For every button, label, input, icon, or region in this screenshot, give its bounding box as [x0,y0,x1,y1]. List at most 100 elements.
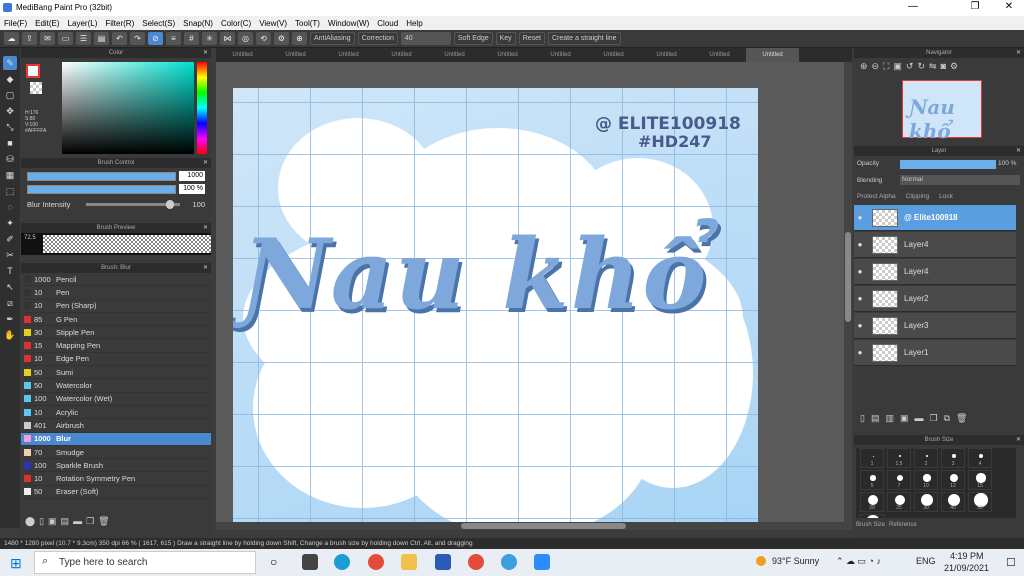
close-icon[interactable]: ✕ [203,263,208,273]
close-icon[interactable]: ✕ [1016,435,1021,445]
brush-size-cell[interactable]: 10 [914,470,938,490]
tab-reference[interactable]: Reference [889,522,917,528]
reset-view-icon[interactable]: ◙ [941,61,946,72]
clock-date[interactable]: 21/09/2021 [944,563,989,573]
brush-item[interactable]: 10 Acrylic [21,406,211,420]
minimize-button[interactable]: — [898,1,928,12]
layer-row[interactable]: ● Layer4 [854,232,1016,258]
target-icon[interactable]: ⊕ [292,32,307,45]
brush-size-cell[interactable]: 4 [968,448,992,468]
blur-intensity-track[interactable] [86,200,180,209]
brush-tool-icon[interactable]: ✎ [3,56,17,70]
operation-tool-icon[interactable]: ↖ [3,280,17,294]
layer-row[interactable]: ● Layer1 [854,340,1016,366]
menu-edit[interactable]: Edit(E) [35,19,59,28]
close-icon[interactable]: ✕ [1016,48,1021,58]
fit-icon[interactable]: ⛶ [883,61,889,72]
tab-untitled[interactable]: Untitled [587,48,640,62]
canvas-area[interactable]: @ ELITE100918 #HD247 Ɲau khổ [216,62,852,530]
rotate-right-icon[interactable]: ↻ [917,61,925,72]
windows-start-icon[interactable]: ⊞ [10,555,22,572]
new-layer-icon[interactable]: ▯ [860,413,865,424]
vertical-scroll-thumb[interactable] [845,232,851,322]
eraser-tool-icon[interactable]: ◆ [3,72,17,86]
fill-tool-icon[interactable]: ⛁ [3,152,17,166]
list-icon[interactable]: ☰ [76,32,91,45]
tab-untitled[interactable]: Untitled [640,48,693,62]
comment-icon[interactable]: ✉ [40,32,55,45]
hand-tool-icon[interactable]: ✋ [3,328,17,342]
lasso-tool-icon[interactable]: ◌ [3,200,17,214]
menu-color[interactable]: Color(C) [221,19,251,28]
brush-size-cell[interactable]: 20 [860,492,884,512]
vertical-scrollbar[interactable] [844,62,852,530]
divide-tool-icon[interactable]: ⧄ [3,296,17,310]
text-tool-icon[interactable]: T [3,264,17,278]
redo-icon[interactable]: ↷ [130,32,145,45]
rotate-left-icon[interactable]: ↺ [906,61,914,72]
taskbar-search[interactable]: Type here to search [34,551,256,574]
weather-text[interactable]: 93°F Sunny [772,556,819,566]
brush-size-slider[interactable]: 1000 [27,171,205,181]
saturation-value-picker[interactable] [62,62,194,154]
add-brush-icon[interactable]: ⬤ [25,516,35,527]
brush-size-cell[interactable]: 40 [941,492,965,512]
word-icon[interactable] [435,554,451,570]
layer-row[interactable]: ● Layer4 [854,259,1016,285]
flip-icon[interactable]: ⇋ [929,61,937,72]
brush-size-value[interactable]: 1000 [179,171,205,181]
navigator-settings-icon[interactable]: ⚙ [950,61,958,72]
folder-icon[interactable]: ▬ [73,516,82,526]
brush-item[interactable]: 50 Eraser (Soft) [21,486,211,500]
brush-size-cell[interactable]: 25 [887,492,911,512]
menu-view[interactable]: View(V) [259,19,287,28]
brush-size-cell[interactable]: 7 [887,470,911,490]
brush-item[interactable]: 10 Rotation Symmetry Pen [21,472,211,486]
delete-icon[interactable]: 🗑 [98,516,109,527]
eye-icon[interactable]: ● [854,294,866,303]
navigator-thumbnail[interactable]: Ɲau khổ [902,80,982,143]
tray-icons[interactable]: ⌃ ☁ ▭ ◔ ♪ [836,556,881,567]
brush-item[interactable]: 15 Mapping Pen [21,339,211,353]
snap-circle-icon[interactable]: ◎ [238,32,253,45]
reset-button[interactable]: Reset [518,32,545,45]
protect-alpha-checkbox[interactable]: Protect Alpha [857,193,896,200]
brush-opacity-bar[interactable] [27,184,176,194]
document-icon[interactable]: ▤ [94,32,109,45]
brush-size-cell[interactable]: 30 [914,492,938,512]
menu-snap[interactable]: Snap(N) [183,19,213,28]
primary-color-swatch[interactable] [26,64,40,78]
brush-item[interactable]: 1000 Pencil [21,273,211,287]
brush-item[interactable]: 10 Edge Pen [21,353,211,367]
undo-icon[interactable]: ↶ [112,32,127,45]
cortana-icon[interactable]: ○ [270,555,277,569]
close-icon[interactable]: ✕ [203,223,208,233]
snap-parallel-icon[interactable]: ≡ [166,32,181,45]
menu-filter[interactable]: Filter(R) [105,19,134,28]
eye-icon[interactable]: ● [854,213,866,222]
snap-perspective-icon[interactable]: ⋈ [220,32,235,45]
new-brush-icon[interactable]: ▯ [39,516,44,527]
opacity-slider[interactable] [900,160,996,169]
brush-item[interactable]: 50 Watercolor [21,379,211,393]
brush-size-cell[interactable]: 5 [860,470,884,490]
blending-select[interactable]: Normal [900,175,1020,185]
antialiasing-checkbox[interactable]: AntiAliasing [310,32,355,45]
file-explorer-icon[interactable] [401,554,417,570]
select-eraser-icon[interactable]: ✂ [3,248,17,262]
new-8bit-layer-icon[interactable]: ▥ [885,413,894,424]
chrome-icon[interactable] [368,554,384,570]
move-tool-icon[interactable]: ✥ [3,104,17,118]
tab-untitled[interactable]: Untitled [428,48,481,62]
layer-row[interactable]: ● Layer3 [854,313,1016,339]
layer-folder-icon[interactable]: ▬ [915,413,924,424]
close-button[interactable]: ✕ [994,1,1024,12]
correction-select[interactable]: 40 [400,32,451,45]
comment2-icon[interactable]: ▭ [58,32,73,45]
zoom-icon[interactable] [534,554,550,570]
transform-tool-icon[interactable]: ⤡ [3,120,17,134]
secondary-color-swatch[interactable] [30,82,42,94]
brush-item[interactable]: 50 Sumi [21,366,211,380]
magic-wand-icon[interactable]: ✦ [3,216,17,230]
eye-icon[interactable]: ● [854,267,866,276]
